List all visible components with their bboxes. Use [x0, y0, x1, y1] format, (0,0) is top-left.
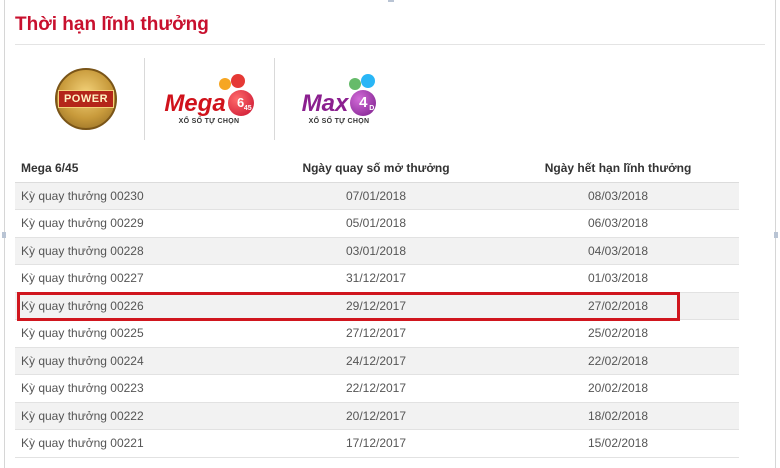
max-4d-logo[interactable]: Max 4 D XỔ SỐ TỰ CHỌN	[283, 58, 395, 140]
mega-ball-icon: 6 45	[227, 89, 254, 116]
column-header-draw-date: Ngày quay số mở thưởng	[255, 154, 497, 183]
draw-cell: Kỳ quay thưởng 00224	[15, 347, 255, 375]
max-tagline: XỔ SỐ TỰ CHỌN	[308, 117, 370, 125]
mega-ball-sub: 45	[243, 104, 252, 112]
content-panel: Thời hạn lĩnh thưởng POWER Mega 6 45 XỔ …	[2, 0, 778, 468]
prize-deadline-table: Mega 6/45 Ngày quay số mở thưởng Ngày hế…	[15, 154, 739, 458]
draw-cell: Kỳ quay thưởng 00230	[15, 182, 255, 210]
power-logo-text: POWER	[57, 90, 115, 108]
table-row: Kỳ quay thưởng 00225 27/12/2017 25/02/20…	[15, 319, 739, 348]
draw-date-cell: 24/12/2017	[255, 347, 497, 375]
power-badge-icon: POWER	[55, 68, 117, 130]
table-row: Kỳ quay thưởng 00229 05/01/2018 06/03/20…	[15, 209, 739, 238]
game-logo-bar: POWER Mega 6 45 XỔ SỐ TỰ CHỌN Max 4 D XỔ…	[15, 58, 415, 140]
mega-645-logo[interactable]: Mega 6 45 XỔ SỐ TỰ CHỌN	[153, 58, 265, 140]
divider	[144, 58, 145, 140]
expire-date-cell: 22/02/2018	[497, 347, 739, 375]
draw-date-cell: 03/01/2018	[255, 237, 497, 265]
draw-cell: Kỳ quay thưởng 00226	[15, 292, 255, 320]
draw-cell: Kỳ quay thưởng 00225	[15, 319, 255, 348]
table-row: Kỳ quay thưởng 00223 22/12/2017 20/02/20…	[15, 374, 739, 403]
frame-marker	[388, 0, 394, 2]
frame-marker	[2, 232, 6, 238]
draw-date-cell: 29/12/2017	[255, 292, 497, 320]
draw-cell: Kỳ quay thưởng 00229	[15, 209, 255, 238]
table-row-highlighted: Kỳ quay thưởng 00226 29/12/2017 27/02/20…	[15, 292, 739, 320]
table-row: Kỳ quay thưởng 00228 03/01/2018 04/03/20…	[15, 237, 739, 265]
power-655-logo[interactable]: POWER	[41, 58, 131, 140]
max-logo-text: Max	[301, 89, 349, 117]
draw-cell: Kỳ quay thưởng 00228	[15, 237, 255, 265]
max-ball-number: 4	[359, 94, 368, 111]
expire-date-cell: 20/02/2018	[497, 374, 739, 403]
expire-date-cell: 27/02/2018	[497, 292, 739, 320]
column-header-draw: Mega 6/45	[15, 154, 255, 183]
expire-date-cell: 08/03/2018	[497, 182, 739, 210]
expire-date-cell: 06/03/2018	[497, 209, 739, 238]
mega-logo-text: Mega	[164, 89, 226, 117]
table-row: Kỳ quay thưởng 00221 17/12/2017 15/02/20…	[15, 429, 739, 458]
table-row: Kỳ quay thưởng 00222 20/12/2017 18/02/20…	[15, 402, 739, 430]
table-row: Kỳ quay thưởng 00224 24/12/2017 22/02/20…	[15, 347, 739, 375]
expire-date-cell: 01/03/2018	[497, 264, 739, 293]
page-title: Thời hạn lĩnh thưởng	[15, 14, 209, 35]
max-ball-sub: D	[369, 104, 375, 112]
divider	[274, 58, 275, 140]
draw-cell: Kỳ quay thưởng 00227	[15, 264, 255, 293]
draw-date-cell: 05/01/2018	[255, 209, 497, 238]
table-row: Kỳ quay thưởng 00227 31/12/2017 01/03/20…	[15, 264, 739, 293]
frame-marker	[774, 232, 778, 238]
mega-tagline: XỔ SỐ TỰ CHỌN	[178, 117, 240, 125]
draw-cell: Kỳ quay thưởng 00222	[15, 402, 255, 430]
draw-date-cell: 27/12/2017	[255, 319, 497, 348]
draw-date-cell: 22/12/2017	[255, 374, 497, 403]
draw-date-cell: 17/12/2017	[255, 429, 497, 458]
divider	[15, 44, 765, 45]
column-header-expire-date: Ngày hết hạn lĩnh thưởng	[497, 154, 739, 183]
expire-date-cell: 25/02/2018	[497, 319, 739, 348]
draw-date-cell: 07/01/2018	[255, 182, 497, 210]
expire-date-cell: 04/03/2018	[497, 237, 739, 265]
draw-date-cell: 31/12/2017	[255, 264, 497, 293]
expire-date-cell: 18/02/2018	[497, 402, 739, 430]
max-ball-icon: 4 D	[350, 89, 377, 116]
expire-date-cell: 15/02/2018	[497, 429, 739, 458]
draw-date-cell: 20/12/2017	[255, 402, 497, 430]
table-header-row: Mega 6/45 Ngày quay số mở thưởng Ngày hế…	[15, 154, 739, 183]
draw-cell: Kỳ quay thưởng 00221	[15, 429, 255, 458]
table-row: Kỳ quay thưởng 00230 07/01/2018 08/03/20…	[15, 182, 739, 210]
draw-cell: Kỳ quay thưởng 00223	[15, 374, 255, 403]
